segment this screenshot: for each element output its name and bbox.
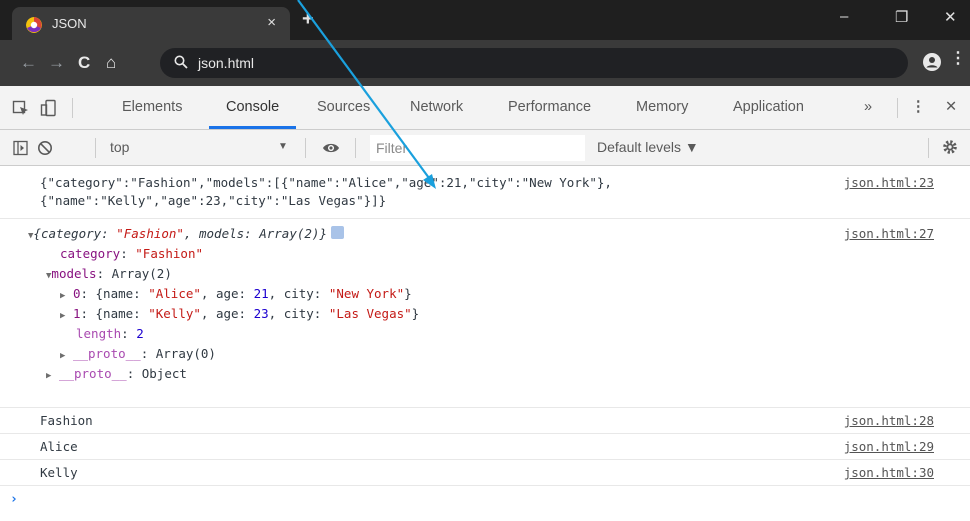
toolbar-divider [95,138,96,158]
source-link[interactable]: json.html:23 [844,173,934,193]
home-button[interactable]: ⌂ [106,53,116,73]
console-output: {"category":"Fashion","models":[{"name":… [0,166,970,521]
collapsed-triangle-icon: ▶ [60,351,66,361]
console-message: Fashion json.html:28 [0,408,970,434]
show-sidebar-icon[interactable] [12,139,30,157]
context-selector[interactable]: top [110,139,129,155]
forward-button[interactable]: → [48,53,65,73]
more-tabs-button[interactable]: » [864,99,872,115]
property-length: length: 2 [76,326,144,341]
console-toolbar: top ▼ Filter Default levels ▼ [0,130,970,166]
devtools-menu-icon[interactable]: ⋮ [911,99,926,115]
address-bar[interactable]: json.html [160,48,908,78]
toolbar-divider [72,98,73,118]
tab-performance[interactable]: Performance [508,99,591,115]
tab-memory[interactable]: Memory [636,99,688,115]
inspect-element-icon[interactable] [12,99,30,117]
devtools-close-icon[interactable]: ✕ [945,99,957,115]
array-item-0[interactable]: ▶ 0: {name: "Alice", age: 21, city: "New… [60,284,412,306]
profile-icon[interactable] [923,53,941,71]
filter-input[interactable]: Filter [370,135,585,161]
browser-toolbar: ← → C ⌂ json.html ⋮ [0,40,970,86]
property-models[interactable]: ▼models: Array(2) [46,264,172,286]
tab-console[interactable]: Console [226,99,279,115]
tab-application[interactable]: Application [733,99,804,115]
reload-button[interactable]: C [78,53,90,73]
console-message: Alice json.html:29 [0,434,970,460]
tab-title: JSON [52,16,87,31]
search-icon [174,55,188,69]
object-proto[interactable]: ▶ __proto__: Object [46,364,187,386]
back-button[interactable]: ← [20,53,37,73]
tab-sources[interactable]: Sources [317,99,370,115]
property-category: category: "Fashion" [60,246,204,261]
tab-elements[interactable]: Elements [122,99,182,115]
log-text: Kelly [40,465,78,480]
tab-close-icon[interactable]: × [267,14,276,31]
toolbar-divider [355,138,356,158]
context-dropdown-icon[interactable]: ▼ [278,141,288,152]
source-link[interactable]: json.html:29 [844,437,934,457]
restore-button[interactable]: ❐ [895,8,908,26]
array-proto[interactable]: ▶ __proto__: Array(0) [60,344,216,366]
devtools-tabbar: Elements Console Sources Network Perform… [0,86,970,130]
active-tab-indicator [209,126,296,129]
info-icon[interactable] [330,226,344,239]
chrome-favicon-icon [26,17,42,33]
console-prompt[interactable]: › [10,492,18,507]
source-link[interactable]: json.html:27 [844,224,934,244]
collapsed-triangle-icon: ▶ [60,291,66,301]
source-link[interactable]: json.html:30 [844,463,934,483]
minimize-button[interactable]: – [840,8,848,25]
console-message: Kelly json.html:30 [0,460,970,486]
tab-network[interactable]: Network [410,99,463,115]
console-message-object: json.html:27 ▼{category: "Fashion", mode… [0,219,970,408]
browser-titlebar: JSON × + – ❐ ✕ [0,0,970,40]
collapsed-triangle-icon: ▶ [46,371,52,381]
array-item-1[interactable]: ▶ 1: {name: "Kelly", age: 23, city: "Las… [60,304,419,326]
toolbar-divider [897,98,898,118]
json-string-line-1: {"category":"Fashion","models":[{"name":… [40,175,612,190]
new-tab-button[interactable]: + [302,9,314,29]
live-expression-eye-icon[interactable] [322,139,340,157]
log-text: Alice [40,439,78,454]
clear-console-icon[interactable] [36,139,54,157]
device-toolbar-icon[interactable] [40,99,58,117]
log-levels-dropdown[interactable]: Default levels ▼ [597,139,699,155]
close-window-button[interactable]: ✕ [944,8,957,26]
url-text: json.html [198,55,255,71]
log-text: Fashion [40,413,93,428]
json-string-line-2: {"name":"Kelly","age":23,"city":"Las Veg… [40,193,387,208]
console-message: {"category":"Fashion","models":[{"name":… [0,166,970,219]
collapsed-triangle-icon: ▶ [60,311,66,321]
console-settings-gear-icon[interactable] [941,138,959,156]
toolbar-divider [305,138,306,158]
source-link[interactable]: json.html:28 [844,411,934,431]
browser-tab[interactable]: JSON × [12,7,290,40]
filter-placeholder: Filter [376,140,408,156]
toolbar-divider [928,138,929,158]
object-summary[interactable]: ▼{category: "Fashion", models: Array(2)} [28,224,344,246]
browser-menu-icon[interactable]: ⋮ [950,51,966,67]
